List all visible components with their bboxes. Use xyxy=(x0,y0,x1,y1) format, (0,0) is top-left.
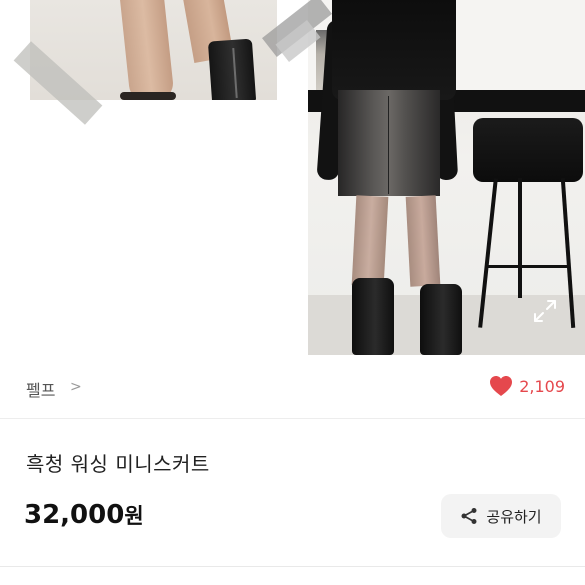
seller-name-link[interactable]: 펠프 xyxy=(26,377,55,401)
heart-icon xyxy=(490,376,513,396)
product-title: 흑청 워싱 미니스커트 xyxy=(26,452,210,476)
product-image-carousel[interactable] xyxy=(0,0,585,355)
share-label: 공유하기 xyxy=(486,507,542,526)
price-unit: 원 xyxy=(124,504,144,528)
seller-row: 펠프 > 2,109 xyxy=(0,355,585,419)
divider xyxy=(0,566,585,567)
chevron-right-icon[interactable]: > xyxy=(70,379,82,395)
price-amount: 32,000 xyxy=(24,500,125,530)
product-price: 32,000원 xyxy=(24,500,144,530)
expand-icon[interactable] xyxy=(532,298,558,324)
share-button[interactable]: 공유하기 xyxy=(441,494,561,538)
share-icon xyxy=(461,508,477,524)
like-button[interactable]: 2,109 xyxy=(489,374,565,398)
like-count: 2,109 xyxy=(519,376,565,396)
